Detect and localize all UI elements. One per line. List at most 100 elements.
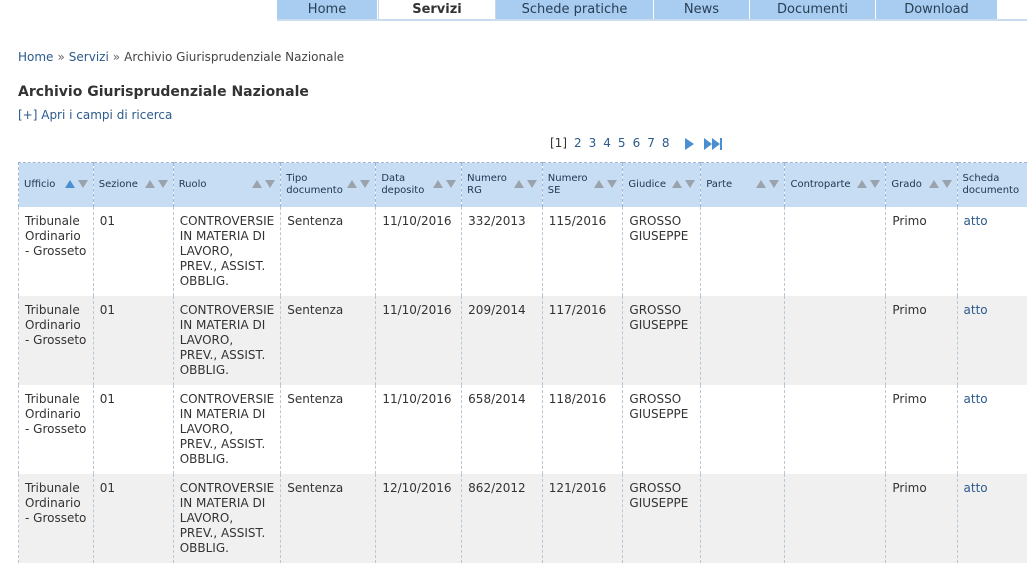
cell-scheda: atto bbox=[957, 474, 1027, 563]
col-label: Tipo bbox=[286, 173, 307, 184]
cell-tipo: Sentenza bbox=[281, 296, 376, 385]
col-label-2: documento bbox=[286, 185, 343, 196]
cell-ruolo: CONTROVERSIE IN MATERIA DI LAVORO, PREV.… bbox=[173, 207, 281, 296]
col-header-controparte[interactable]: Controparte bbox=[785, 163, 886, 208]
sort-asc-icon[interactable] bbox=[252, 180, 262, 188]
page-link-8[interactable]: 8 bbox=[662, 136, 670, 150]
cell-parte bbox=[701, 474, 785, 563]
col-header-numero-se[interactable]: NumeroSE bbox=[542, 163, 623, 208]
sort-desc-icon[interactable] bbox=[942, 180, 952, 188]
cell-data: 12/10/2016 bbox=[376, 474, 462, 563]
table-header-row: Ufficio Sezione Ruolo Tipodocumento Data… bbox=[19, 163, 1027, 208]
col-label-2: SE bbox=[548, 185, 561, 196]
sort-desc-icon[interactable] bbox=[607, 180, 617, 188]
open-search-fields-link[interactable]: [+] Apri i campi di ricerca bbox=[18, 108, 172, 122]
sort-desc-icon[interactable] bbox=[265, 180, 275, 188]
page-link-5[interactable]: 5 bbox=[618, 136, 626, 150]
col-label: Data bbox=[381, 173, 405, 184]
table-row: Tribunale Ordinario - Grosseto 01 CONTRO… bbox=[19, 207, 1027, 296]
col-header-parte[interactable]: Parte bbox=[701, 163, 785, 208]
cell-sezione: 01 bbox=[93, 207, 173, 296]
sort-asc-icon[interactable] bbox=[857, 180, 867, 188]
col-header-grado[interactable]: Grado bbox=[886, 163, 957, 208]
cell-ufficio: Tribunale Ordinario - Grosseto bbox=[19, 474, 94, 563]
col-header-ruolo[interactable]: Ruolo bbox=[173, 163, 281, 208]
atto-link[interactable]: atto bbox=[964, 392, 988, 406]
col-label: Ufficio bbox=[24, 179, 55, 190]
cell-giudice: GROSSO GIUSEPPE bbox=[623, 296, 701, 385]
sort-desc-icon[interactable] bbox=[158, 180, 168, 188]
cell-numero-rg: 209/2014 bbox=[462, 296, 543, 385]
page-link-4[interactable]: 4 bbox=[603, 136, 611, 150]
nav-divider bbox=[277, 19, 1027, 21]
cell-sezione: 01 bbox=[93, 296, 173, 385]
cell-controparte bbox=[785, 207, 886, 296]
col-label: Parte bbox=[706, 179, 732, 190]
sort-desc-icon[interactable] bbox=[527, 180, 537, 188]
cell-data: 11/10/2016 bbox=[376, 207, 462, 296]
col-header-sezione[interactable]: Sezione bbox=[93, 163, 173, 208]
breadcrumb-servizi[interactable]: Servizi bbox=[69, 50, 109, 64]
sort-asc-icon[interactable] bbox=[347, 180, 357, 188]
page-link-2[interactable]: 2 bbox=[574, 136, 582, 150]
sort-desc-icon[interactable] bbox=[446, 180, 456, 188]
sort-asc-icon[interactable] bbox=[65, 180, 75, 188]
cell-scheda: atto bbox=[957, 207, 1027, 296]
sort-asc-icon[interactable] bbox=[929, 180, 939, 188]
col-label: Numero bbox=[467, 173, 507, 184]
last-page-icon[interactable] bbox=[704, 138, 722, 150]
cell-scheda: atto bbox=[957, 296, 1027, 385]
page-link-6[interactable]: 6 bbox=[633, 136, 641, 150]
breadcrumb-separator: » bbox=[57, 50, 64, 64]
cell-giudice: GROSSO GIUSEPPE bbox=[623, 207, 701, 296]
nav-tab-home[interactable]: Home bbox=[277, 0, 378, 19]
nav-tab-documenti[interactable]: Documenti bbox=[750, 0, 876, 19]
sort-desc-icon[interactable] bbox=[870, 180, 880, 188]
breadcrumb-home[interactable]: Home bbox=[18, 50, 53, 64]
atto-link[interactable]: atto bbox=[964, 303, 988, 317]
col-header-numero-rg[interactable]: NumeroRG bbox=[462, 163, 543, 208]
cell-numero-se: 118/2016 bbox=[542, 385, 623, 474]
next-page-icon[interactable] bbox=[685, 138, 694, 150]
col-label: Giudice bbox=[628, 179, 666, 190]
cell-parte bbox=[701, 296, 785, 385]
col-label: Grado bbox=[891, 179, 921, 190]
col-header-scheda-documento: Schedadocumento bbox=[957, 163, 1027, 208]
sort-desc-icon[interactable] bbox=[78, 180, 88, 188]
cell-controparte bbox=[785, 385, 886, 474]
atto-link[interactable]: atto bbox=[964, 481, 988, 495]
nav-tab-schede-pratiche[interactable]: Schede pratiche bbox=[496, 0, 654, 19]
cell-ufficio: Tribunale Ordinario - Grosseto bbox=[19, 385, 94, 474]
cell-scheda: atto bbox=[957, 385, 1027, 474]
sort-asc-icon[interactable] bbox=[756, 180, 766, 188]
nav-tab-download[interactable]: Download bbox=[876, 0, 998, 19]
cell-ruolo: CONTROVERSIE IN MATERIA DI LAVORO, PREV.… bbox=[173, 385, 281, 474]
cell-numero-se: 121/2016 bbox=[542, 474, 623, 563]
page-link-7[interactable]: 7 bbox=[647, 136, 655, 150]
col-header-ufficio[interactable]: Ufficio bbox=[19, 163, 94, 208]
sort-asc-icon[interactable] bbox=[145, 180, 155, 188]
cell-data: 11/10/2016 bbox=[376, 385, 462, 474]
sort-asc-icon[interactable] bbox=[514, 180, 524, 188]
col-header-data-deposito[interactable]: Datadeposito bbox=[376, 163, 462, 208]
sort-asc-icon[interactable] bbox=[594, 180, 604, 188]
cell-grado: Primo bbox=[886, 474, 957, 563]
cell-parte bbox=[701, 207, 785, 296]
sort-desc-icon[interactable] bbox=[360, 180, 370, 188]
col-header-tipo-documento[interactable]: Tipodocumento bbox=[281, 163, 376, 208]
page-link-3[interactable]: 3 bbox=[589, 136, 597, 150]
cell-ruolo: CONTROVERSIE IN MATERIA DI LAVORO, PREV.… bbox=[173, 296, 281, 385]
page-current: [1] bbox=[550, 136, 567, 150]
sort-desc-icon[interactable] bbox=[769, 180, 779, 188]
nav-tab-servizi[interactable]: Servizi bbox=[378, 0, 496, 21]
col-label-2: RG bbox=[467, 185, 482, 196]
col-header-giudice[interactable]: Giudice bbox=[623, 163, 701, 208]
cell-numero-rg: 862/2012 bbox=[462, 474, 543, 563]
atto-link[interactable]: atto bbox=[964, 214, 988, 228]
sort-asc-icon[interactable] bbox=[672, 180, 682, 188]
breadcrumb-current: Archivio Giurisprudenziale Nazionale bbox=[124, 50, 344, 64]
nav-tab-news[interactable]: News bbox=[654, 0, 750, 19]
sort-asc-icon[interactable] bbox=[433, 180, 443, 188]
cell-giudice: GROSSO GIUSEPPE bbox=[623, 474, 701, 563]
sort-desc-icon[interactable] bbox=[685, 180, 695, 188]
